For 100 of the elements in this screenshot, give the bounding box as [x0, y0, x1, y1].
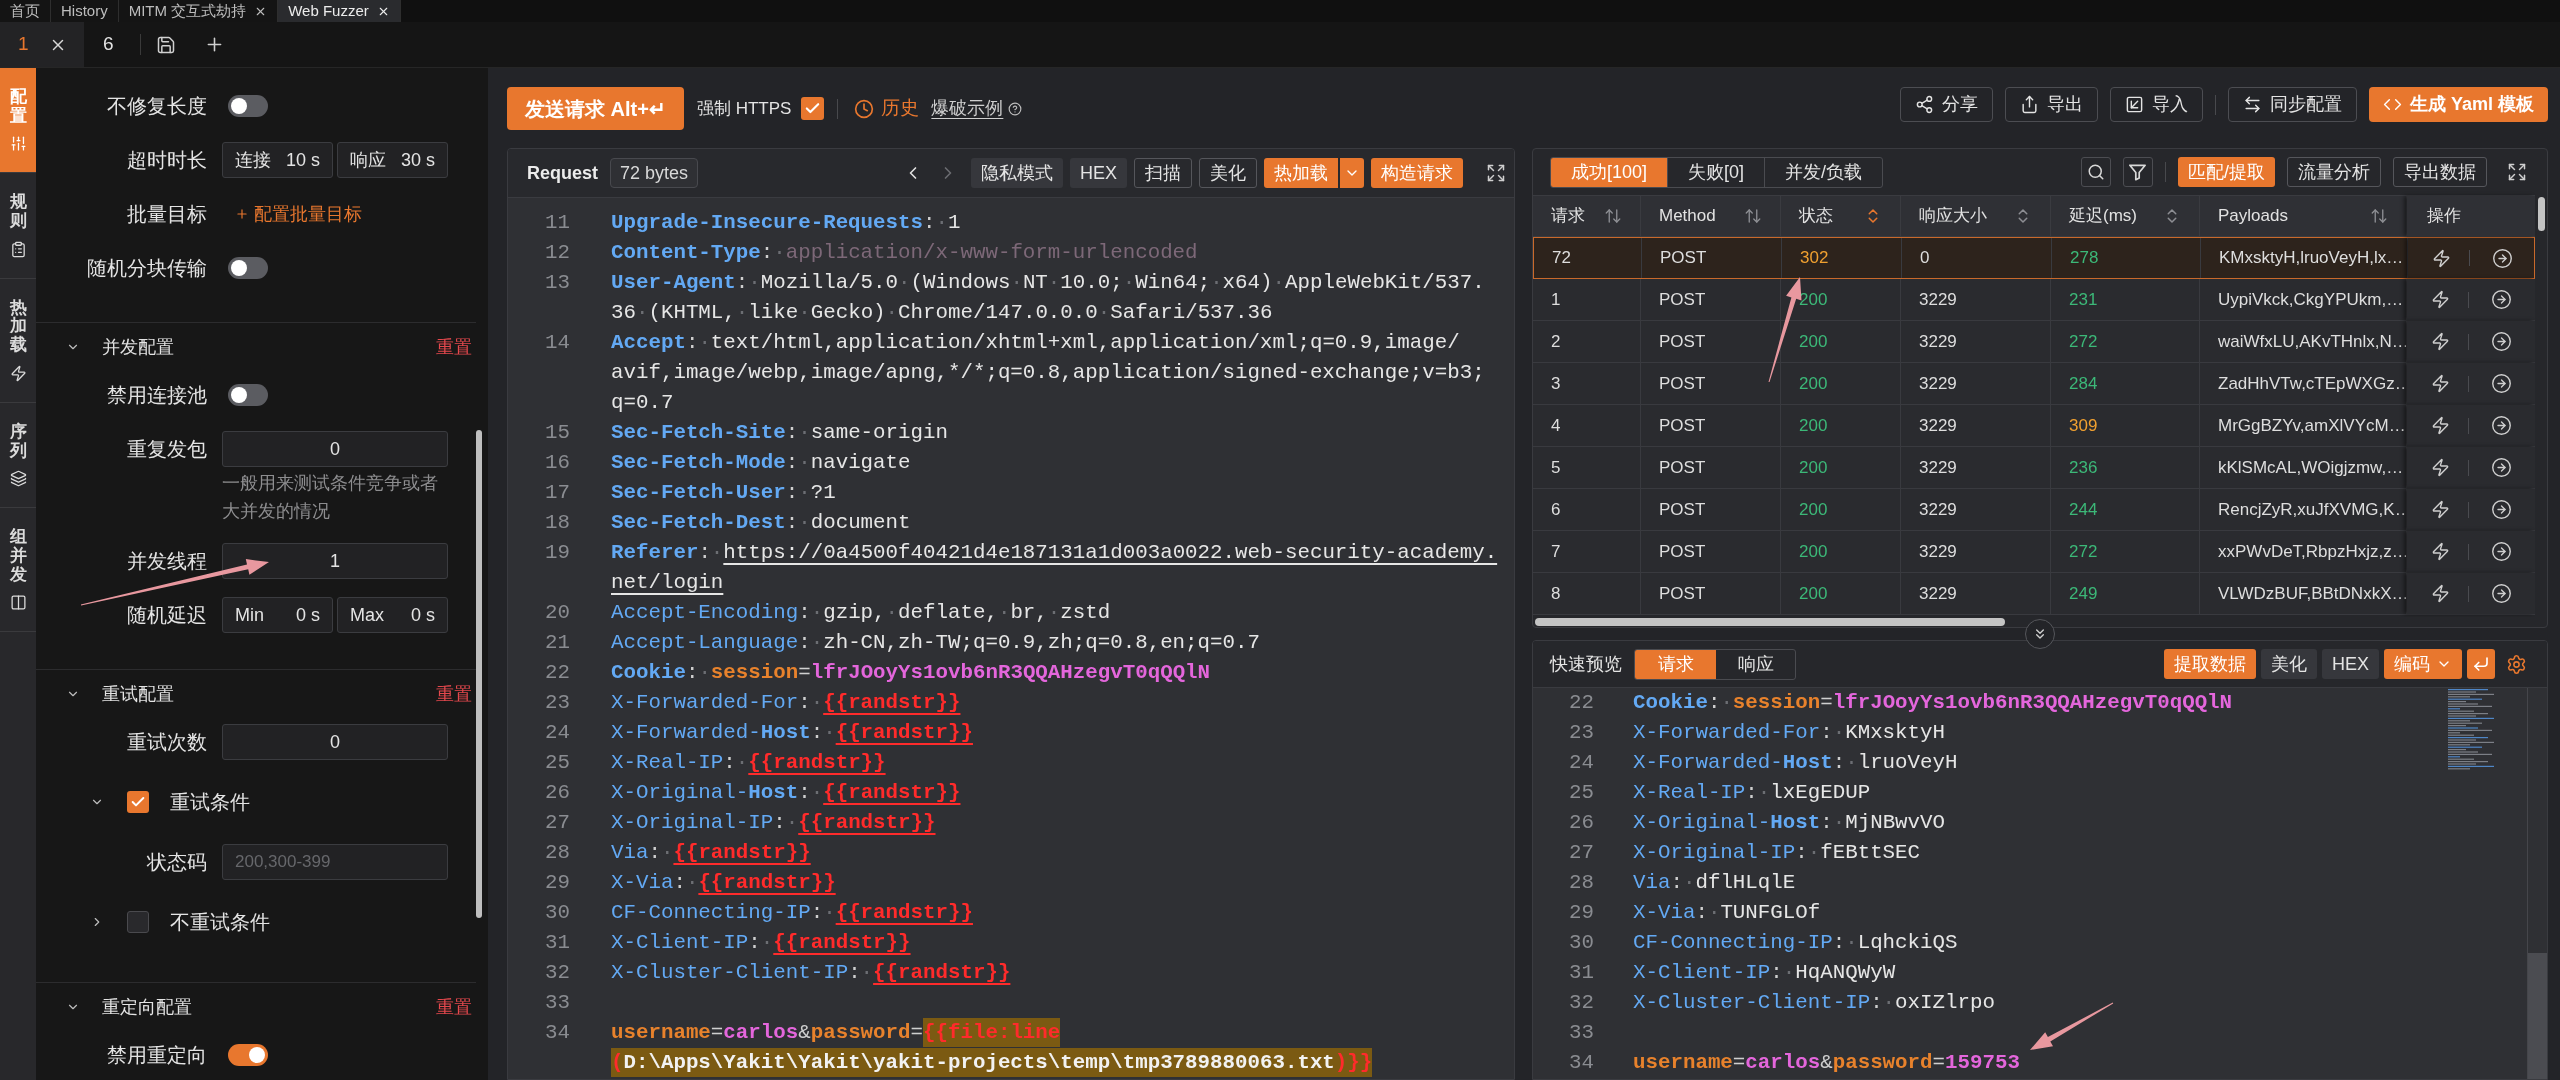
arrow-circle-icon[interactable] [2491, 541, 2512, 562]
save-icon[interactable] [156, 34, 176, 55]
table-cell: 200 [1781, 405, 1901, 446]
lightning-icon[interactable] [2431, 332, 2450, 351]
column-header[interactable]: 延迟(ms) [2051, 196, 2200, 236]
arrow-circle-icon[interactable] [2491, 415, 2512, 436]
column-header[interactable]: Payloads [2200, 196, 2407, 236]
scrollbar-thumb[interactable] [476, 430, 482, 918]
lightning-icon[interactable] [2431, 500, 2450, 519]
lightning-icon[interactable] [2431, 374, 2450, 393]
action-button[interactable]: 同步配置 [2227, 87, 2357, 122]
toolbar-button[interactable]: 美化 [2261, 649, 2317, 679]
table-row[interactable]: 5 POST 200 3229 236 kKlSMcAL,WOigjzmw,… [1533, 447, 2535, 489]
arrow-circle-icon[interactable] [2491, 331, 2512, 352]
app-tab[interactable]: Web Fuzzer [278, 0, 401, 22]
arrow-circle-icon[interactable] [2491, 289, 2512, 310]
table-row[interactable]: 4 POST 200 3229 309 MrGgBZYv,amXlVYcM… [1533, 405, 2535, 447]
checkbox[interactable] [127, 911, 149, 933]
help-icon[interactable] [1008, 101, 1023, 116]
action-button[interactable]: 导出 [2004, 87, 2098, 122]
lightning-icon[interactable] [2431, 584, 2450, 603]
line-number: 11 [545, 210, 570, 236]
toolbar-button[interactable]: 扫描 [1134, 158, 1192, 188]
setting-label: 随机延迟 [127, 603, 207, 628]
app-tab[interactable]: 首页 [0, 0, 51, 22]
toggle-switch[interactable] [228, 1044, 268, 1066]
line-number: 24 [545, 720, 570, 746]
lightning-icon[interactable] [2431, 542, 2450, 561]
scrollbar-thumb[interactable] [2537, 197, 2545, 231]
text-field[interactable]: 200,300-399 [222, 844, 448, 880]
line-number: 17 [545, 480, 570, 506]
table-row[interactable]: 2 POST 200 3229 272 waiWfxLU,AKvTHnlx,N… [1533, 321, 2535, 363]
table-row[interactable]: 3 POST 200 3229 284 ZadHhVTw,cTEpWXGz… [1533, 363, 2535, 405]
sort-icon[interactable] [1604, 207, 1622, 225]
column-header[interactable]: Method [1641, 196, 1781, 236]
number-field[interactable]: 响应 30 s [337, 142, 448, 178]
number-field[interactable]: Max 0 s [337, 597, 448, 633]
toolbar-button[interactable]: HEX [2322, 649, 2379, 679]
action-button[interactable]: 导入 [2109, 87, 2203, 122]
app-tab[interactable]: MITM 交互式劫持 [118, 0, 279, 22]
search-button[interactable] [2081, 157, 2111, 187]
reset-link[interactable]: 重置 [436, 333, 472, 361]
lightning-icon[interactable] [2431, 458, 2450, 477]
arrow-circle-icon[interactable] [2491, 373, 2512, 394]
fullscreen-icon[interactable] [2507, 162, 2527, 182]
arrow-circle-icon[interactable] [2491, 583, 2512, 604]
table-row[interactable]: 6 POST 200 3229 244 RencjZyR,xuJfXVMG,K… [1533, 489, 2535, 531]
table-row[interactable]: 7 POST 200 3229 272 xxPWvDeT,RbpzHxjz,z… [1533, 531, 2535, 573]
newline-button[interactable] [2467, 649, 2495, 679]
number-field[interactable]: 1 [222, 543, 448, 579]
toolbar-button[interactable]: 美化 [1199, 158, 1257, 188]
fullscreen-icon[interactable] [1486, 163, 1506, 183]
lightning-icon [9, 364, 27, 382]
toggle-switch[interactable] [228, 95, 268, 117]
arrow-circle-icon[interactable] [2491, 457, 2512, 478]
filter-tab[interactable]: 并发/负载 [1764, 157, 1883, 187]
table-row[interactable]: 72 POST 302 0 278 KMxsktyH,lruoVeyH,lx… [1533, 237, 2535, 279]
settings-icon[interactable] [2506, 653, 2527, 675]
column-header[interactable]: 响应大小 [1901, 196, 2051, 236]
sort-icon[interactable] [1744, 207, 1762, 225]
reset-link[interactable]: 重置 [436, 680, 472, 708]
scrollbar-thumb[interactable] [2528, 953, 2547, 1079]
action-button[interactable]: 分享 [1899, 87, 1993, 122]
lightning-icon[interactable] [2432, 248, 2451, 268]
arrow-circle-icon[interactable] [2492, 247, 2513, 269]
example-link[interactable]: 爆破示例 [931, 95, 1004, 122]
toolbar-button[interactable]: 流量分析 [2287, 157, 2381, 187]
checkbox[interactable] [127, 791, 149, 813]
toggle-switch[interactable] [228, 257, 268, 279]
lightning-icon[interactable] [2431, 416, 2450, 435]
number-field[interactable]: 0 [222, 431, 448, 467]
toolbar-button[interactable]: 导出数据 [2393, 157, 2487, 187]
number-field[interactable]: Min 0 s [222, 597, 333, 633]
number-field[interactable]: 连接 10 s [222, 142, 333, 178]
toolbar-button[interactable]: 隐私模式 [971, 158, 1063, 188]
page-tab[interactable]: 6 [84, 22, 140, 67]
number-field[interactable]: 0 [222, 724, 448, 760]
line-number: 21 [545, 630, 570, 656]
arrow-circle-icon[interactable] [2491, 499, 2512, 520]
checkbox[interactable] [801, 97, 825, 120]
line-number: 23 [545, 690, 570, 716]
column-header[interactable]: 请求 [1533, 196, 1641, 236]
reset-link[interactable]: 重置 [436, 993, 472, 1021]
history-button[interactable]: 历史 [854, 94, 920, 123]
app-tab[interactable]: History [51, 0, 119, 22]
table-row[interactable]: 8 POST 200 3229 249 VLWDzBUF,BBtDNxkX… [1533, 573, 2535, 615]
sort-icon[interactable] [2370, 207, 2388, 225]
setting-label: 禁用连接池 [107, 383, 207, 408]
table-row[interactable]: 1 POST 200 3229 231 UypiVkck,CkgYPUkm,… [1533, 279, 2535, 321]
column-header[interactable]: 状态 [1781, 196, 1901, 236]
page-tab[interactable]: 1 [0, 22, 84, 67]
filter-tab[interactable]: 失败[0] [1667, 157, 1765, 187]
scrollbar-thumb[interactable] [1535, 618, 2005, 626]
filter-button[interactable] [2123, 157, 2153, 187]
toggle-switch[interactable] [228, 384, 268, 406]
table-cell: POST [1641, 573, 1781, 614]
add-link[interactable]: 配置批量目标 [235, 200, 362, 228]
lightning-icon[interactable] [2431, 290, 2450, 309]
toolbar-button[interactable]: HEX [1070, 158, 1127, 188]
preview-tab[interactable]: 响应 [1716, 649, 1795, 679]
